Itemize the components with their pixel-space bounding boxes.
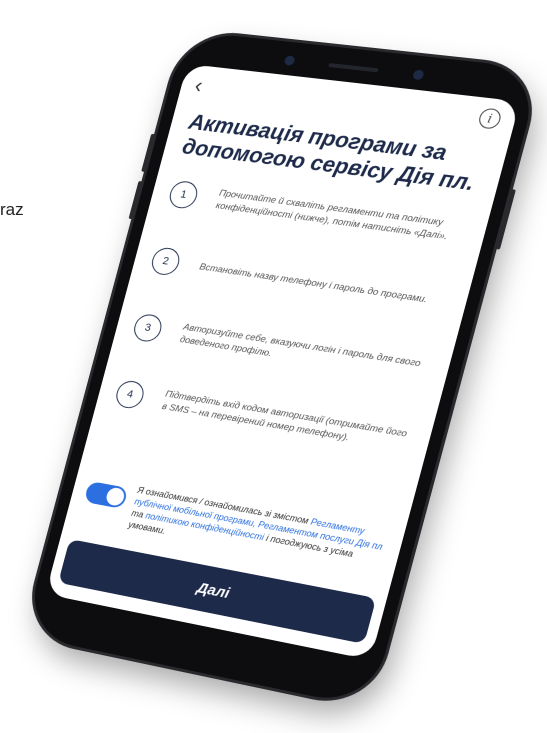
step-text: Авторизуйте себе, вказуючи логін і парол… xyxy=(178,321,422,370)
phone-mockup: ‹ i Активація програми за допомогою серв… xyxy=(22,30,542,709)
power-button xyxy=(495,189,516,250)
step-number: 4 xyxy=(113,379,147,411)
toggle-knob xyxy=(104,486,127,507)
step-text: Встановіть назву телефону і пароль до пр… xyxy=(198,261,429,305)
step-number: 2 xyxy=(148,246,183,277)
back-arrow-icon[interactable]: ‹ xyxy=(192,73,205,98)
list-item: 3 Авторизуйте себе, вказуючи логін і пар… xyxy=(131,312,432,386)
volume-up-button xyxy=(141,133,156,172)
steps-list: 1 Прочитайте й схваліть регламенти та по… xyxy=(97,177,488,458)
app-screen: ‹ i Активація програми за допомогою серв… xyxy=(45,63,521,660)
step-number: 3 xyxy=(131,312,165,344)
volume-down-button xyxy=(128,180,143,220)
step-number: 1 xyxy=(166,179,201,210)
earpiece xyxy=(328,62,379,73)
step-text: Прочитайте й схваліть регламенти та полі… xyxy=(214,187,449,243)
list-item: 4 Підтвердіть вхід кодом авторизації (от… xyxy=(113,379,413,455)
step-text: Підтвердіть вхід кодом авторизації (отри… xyxy=(160,388,409,444)
list-item: 2 Встановіть назву телефону і пароль до … xyxy=(148,246,451,316)
phone-frame: ‹ i Активація програми за допомогою серв… xyxy=(22,30,542,709)
sensor-icon xyxy=(411,69,425,81)
side-caption: raz xyxy=(0,200,24,219)
front-camera-icon xyxy=(283,55,296,66)
info-icon[interactable]: i xyxy=(476,107,503,130)
consent-toggle[interactable] xyxy=(83,480,129,510)
